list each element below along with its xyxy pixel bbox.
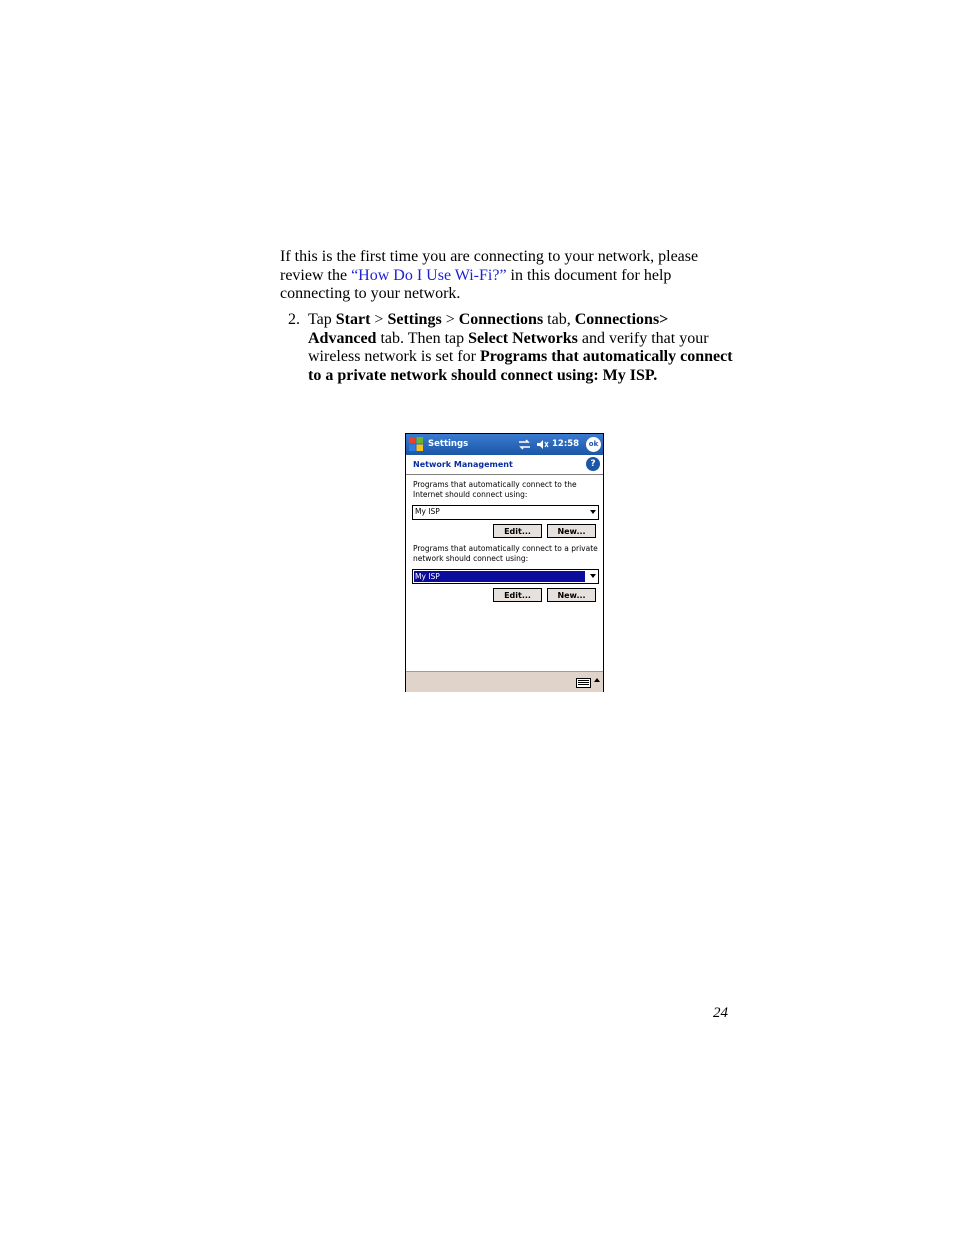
private-label: Programs that automatically connect to a…	[413, 544, 598, 563]
internet-edit-button[interactable]: Edit...	[493, 524, 542, 538]
private-edit-button[interactable]: Edit...	[493, 588, 542, 602]
step-text: >	[441, 311, 459, 328]
page-title: Network Management	[413, 460, 513, 469]
private-network-select[interactable]: My ISP	[412, 569, 599, 584]
title-bar: Settings 12:58 ok	[406, 434, 603, 455]
internet-network-select[interactable]: My ISP	[412, 505, 599, 520]
chevron-down-icon	[590, 574, 596, 578]
intro-paragraph: If this is the first time you are connec…	[280, 248, 740, 304]
windows-logo-icon[interactable]	[408, 436, 424, 452]
clock[interactable]: 12:58	[552, 439, 579, 449]
step-text: tab,	[543, 311, 575, 328]
page-header: Network Management	[406, 455, 603, 475]
step-bold: Start	[335, 311, 371, 328]
step-text: tab. Then tap	[376, 329, 469, 347]
step-text: >	[370, 311, 388, 328]
page-number: 24	[713, 1005, 728, 1021]
internet-label: Programs that automatically connect to t…	[413, 480, 577, 499]
step-number: 2.	[288, 311, 300, 328]
soft-key-bar	[406, 671, 603, 692]
chevron-down-icon	[590, 510, 596, 514]
up-arrow-icon[interactable]	[594, 678, 600, 682]
ok-button[interactable]: ok	[586, 437, 601, 452]
step-2: 2. Tap Start > Settings > Connections ta…	[288, 311, 738, 385]
internet-new-button[interactable]: New...	[547, 524, 596, 538]
internet-network-value: My ISP	[415, 507, 440, 516]
speaker-icon[interactable]	[536, 438, 549, 451]
step-bold: Select Networks	[468, 329, 578, 347]
device-screenshot: Settings 12:58 ok Network Management ? P…	[405, 433, 604, 692]
step-bold: Settings	[387, 311, 442, 328]
keyboard-icon[interactable]	[576, 678, 591, 688]
sync-icon[interactable]	[518, 438, 531, 451]
step-bold: Connections	[458, 311, 544, 328]
private-network-value: My ISP	[414, 571, 585, 582]
wifi-help-link[interactable]: “How Do I Use Wi-Fi?”	[351, 267, 506, 284]
step-text: Tap	[308, 311, 336, 328]
help-icon[interactable]: ?	[586, 457, 600, 471]
private-new-button[interactable]: New...	[547, 588, 596, 602]
app-title: Settings	[428, 439, 469, 449]
